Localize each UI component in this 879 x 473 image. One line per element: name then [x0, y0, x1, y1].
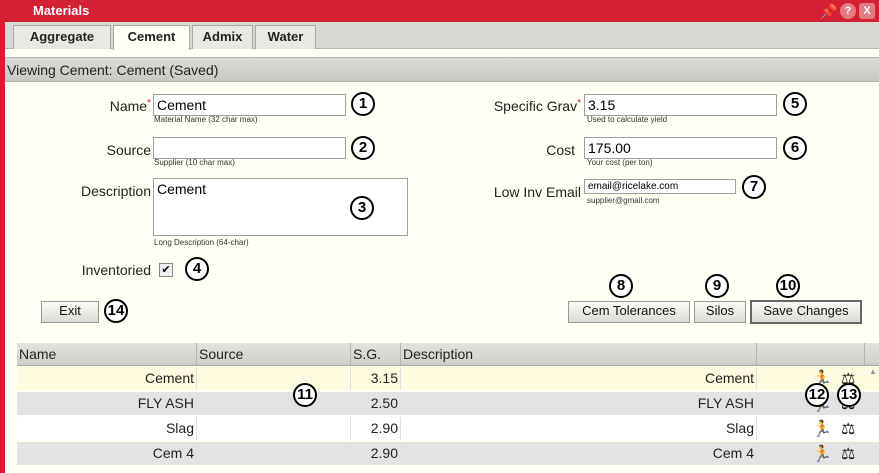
callout-7: 7 — [742, 175, 766, 199]
callout-4: 4 — [185, 257, 209, 281]
run-icon[interactable]: 🏃 — [812, 419, 832, 439]
window-title: Materials — [33, 3, 90, 18]
source-label: Source — [106, 142, 151, 158]
source-hint: Supplier (10 char max) — [154, 158, 235, 167]
callout-1: 1 — [351, 92, 375, 116]
column-header-sg[interactable]: S.G. — [351, 343, 401, 366]
tab-bar: Aggregate Cement Admix Water — [5, 22, 879, 50]
column-header-name[interactable]: Name — [17, 343, 197, 366]
specific-grav-hint: Used to calculate yield — [587, 115, 668, 124]
cell-sg: 2.50 — [351, 392, 401, 415]
cem-tolerances-button[interactable]: Cem Tolerances — [568, 301, 690, 323]
callout-2: 2 — [351, 136, 375, 160]
tab-admix[interactable]: Admix — [192, 25, 253, 49]
low-inv-email-input[interactable]: email@ricelake.com — [584, 179, 736, 194]
table-row[interactable]: Cem 4 2.90 Cem 4 🏃 ⚖ — [17, 442, 879, 465]
description-hint: Long Description (64-char) — [154, 238, 249, 247]
cost-label: Cost — [546, 142, 575, 158]
callout-9: 9 — [705, 274, 729, 298]
column-header-description[interactable]: Description — [401, 343, 757, 366]
help-icon[interactable]: ? — [840, 3, 856, 19]
callout-14: 14 — [104, 299, 128, 323]
callout-13: 13 — [837, 383, 861, 407]
run-icon[interactable]: 🏃 — [812, 444, 832, 464]
callout-8: 8 — [609, 274, 633, 298]
cell-description: FLY ASH — [401, 392, 757, 415]
exit-button[interactable]: Exit — [41, 301, 99, 323]
view-header: Viewing Cement: Cement (Saved) — [5, 57, 879, 82]
silos-button[interactable]: Silos — [694, 301, 746, 323]
cement-table: Name Source S.G. Description Cement 3.15 C… — [17, 343, 879, 473]
cell-name: Cem 4 — [17, 442, 197, 465]
specific-grav-label: Specific Grav* — [493, 98, 581, 114]
callout-5: 5 — [783, 92, 807, 116]
weigh-icon[interactable]: ⚖ — [841, 419, 855, 439]
cell-description: Slag — [401, 417, 757, 440]
save-changes-button[interactable]: Save Changes — [750, 300, 862, 324]
scroll-up-icon[interactable]: ▲ — [867, 367, 879, 376]
column-header-actions — [757, 343, 865, 366]
weigh-icon[interactable]: ⚖ — [841, 444, 855, 464]
cell-sg: 3.15 — [351, 367, 401, 390]
source-input[interactable] — [153, 137, 346, 159]
inventoried-label: Inventoried — [81, 262, 151, 278]
name-input[interactable]: Cement — [153, 94, 346, 116]
inventoried-checkbox[interactable]: ✔ — [159, 263, 173, 277]
cost-hint: Your cost (per ton) — [587, 158, 653, 167]
cell-sg: 2.90 — [351, 442, 401, 465]
tab-water[interactable]: Water — [255, 25, 316, 49]
table-header: Name Source S.G. Description — [17, 343, 879, 366]
cell-source — [197, 417, 351, 440]
cell-name: Slag — [17, 417, 197, 440]
name-label: Name* — [109, 98, 151, 114]
low-inv-email-label: Low Inv Email — [493, 184, 581, 200]
materials-window: Materials 📌 ? X Aggregate Cement Admix W… — [0, 0, 879, 473]
table-row[interactable]: FLY ASH2.50FLY ASH🏃⚖ — [17, 392, 879, 415]
cell-source — [197, 442, 351, 465]
name-hint: Material Name (32 char max) — [154, 115, 258, 124]
specific-grav-input[interactable]: 3.15 — [584, 94, 777, 116]
cell-name: Cement — [17, 367, 197, 390]
cell-source — [197, 367, 351, 390]
cost-input[interactable]: 175.00 — [584, 137, 777, 159]
cell-description: Cem 4 — [401, 442, 757, 465]
cell-sg: 2.90 — [351, 417, 401, 440]
low-inv-email-hint: supplier@gmail.com — [587, 196, 660, 205]
callout-3: 3 — [350, 196, 374, 220]
cell-name: FLY ASH — [17, 392, 197, 415]
pin-icon[interactable]: 📌 — [820, 3, 837, 19]
cell-source — [197, 392, 351, 415]
window-titlebar: Materials 📌 ? X — [5, 0, 879, 22]
tab-cement[interactable]: Cement — [113, 25, 190, 50]
close-icon[interactable]: X — [859, 3, 875, 19]
callout-6: 6 — [783, 136, 807, 160]
cell-description: Cement — [401, 367, 757, 390]
table-row[interactable]: Slag 2.90 Slag 🏃 ⚖ — [17, 417, 879, 440]
column-header-source[interactable]: Source — [197, 343, 351, 366]
table-row[interactable]: Cement 3.15 Cement 🏃 ⚖ — [17, 367, 879, 390]
callout-12: 12 — [805, 383, 829, 407]
callout-11: 11 — [293, 383, 317, 407]
description-label: Description — [80, 183, 151, 199]
callout-10: 10 — [776, 274, 800, 298]
tab-aggregate[interactable]: Aggregate — [13, 25, 111, 49]
